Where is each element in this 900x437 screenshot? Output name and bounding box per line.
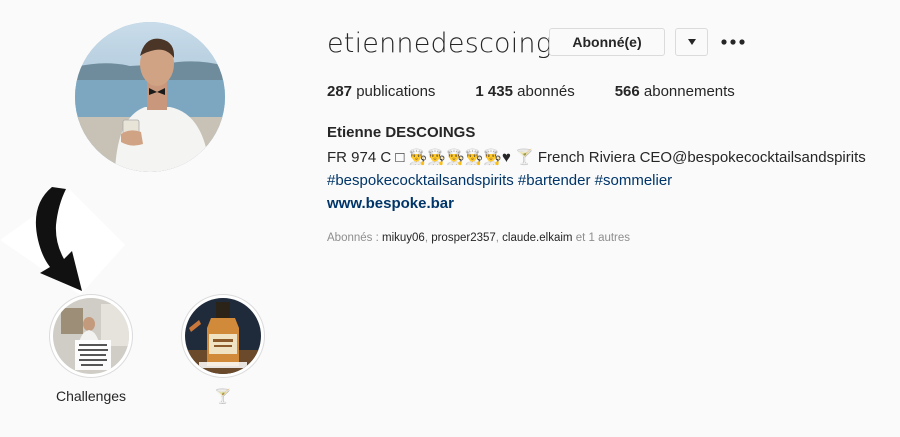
more-options-icon xyxy=(721,39,745,45)
profile-avatar[interactable] xyxy=(75,22,225,172)
curved-arrow-icon xyxy=(0,187,125,295)
suggestions-dropdown-button[interactable] xyxy=(675,28,708,56)
highlight-label: Challenges xyxy=(55,388,127,404)
highlight-cover xyxy=(53,298,129,374)
profile-hashtags[interactable]: #bespokecocktailsandspirits #bartender #… xyxy=(327,172,672,189)
posts-label: publications xyxy=(352,83,436,100)
following-button[interactable]: Abonné(e) xyxy=(549,28,665,56)
follower-claude-elkaim[interactable]: claude.elkaim xyxy=(502,232,572,244)
highlight-cocktail[interactable]: 🍸 xyxy=(181,294,265,405)
highlight-ring xyxy=(49,294,133,378)
highlight-label: 🍸 xyxy=(214,388,232,404)
profile-username: etiennedescoings xyxy=(327,28,567,59)
more-options-button[interactable] xyxy=(720,32,746,52)
followed-by-suffix: et 1 autres xyxy=(572,232,631,244)
followers-stat[interactable]: 1 435 abonnés xyxy=(475,83,574,100)
followed-by-text[interactable]: Abonnés : mikuy06, prosper2357, claude.e… xyxy=(327,232,630,244)
following-count: 566 xyxy=(614,83,640,100)
highlight-challenges[interactable]: Challenges xyxy=(49,294,133,404)
followers-label: abonnés xyxy=(512,83,575,100)
followed-by-prefix: Abonnés : xyxy=(327,232,382,244)
followers-count: 1 435 xyxy=(475,83,513,100)
highlight-cover xyxy=(185,298,261,374)
following-stat[interactable]: 566 abonnements xyxy=(615,83,735,100)
profile-full-name: Etienne DESCOINGS xyxy=(327,124,476,141)
following-label: abonnements xyxy=(639,83,735,100)
follower-mikuy06[interactable]: mikuy06 xyxy=(382,232,425,244)
caret-down-icon xyxy=(687,39,696,45)
profile-stats: 287 publications 1 435 abonnés 566 abonn… xyxy=(327,83,775,100)
posts-count: 287 xyxy=(327,83,353,100)
posts-stat: 287 publications xyxy=(327,83,435,100)
follower-prosper2357[interactable]: prosper2357 xyxy=(431,232,496,244)
profile-bio: FR 974 C □ 👨‍🍳👨‍🍳👨‍🍳👨‍🍳👨‍🍳♥ 🍸 French Riv… xyxy=(327,149,866,166)
profile-website-link[interactable]: www.bespoke.bar xyxy=(327,195,454,212)
highlight-ring xyxy=(181,294,265,378)
